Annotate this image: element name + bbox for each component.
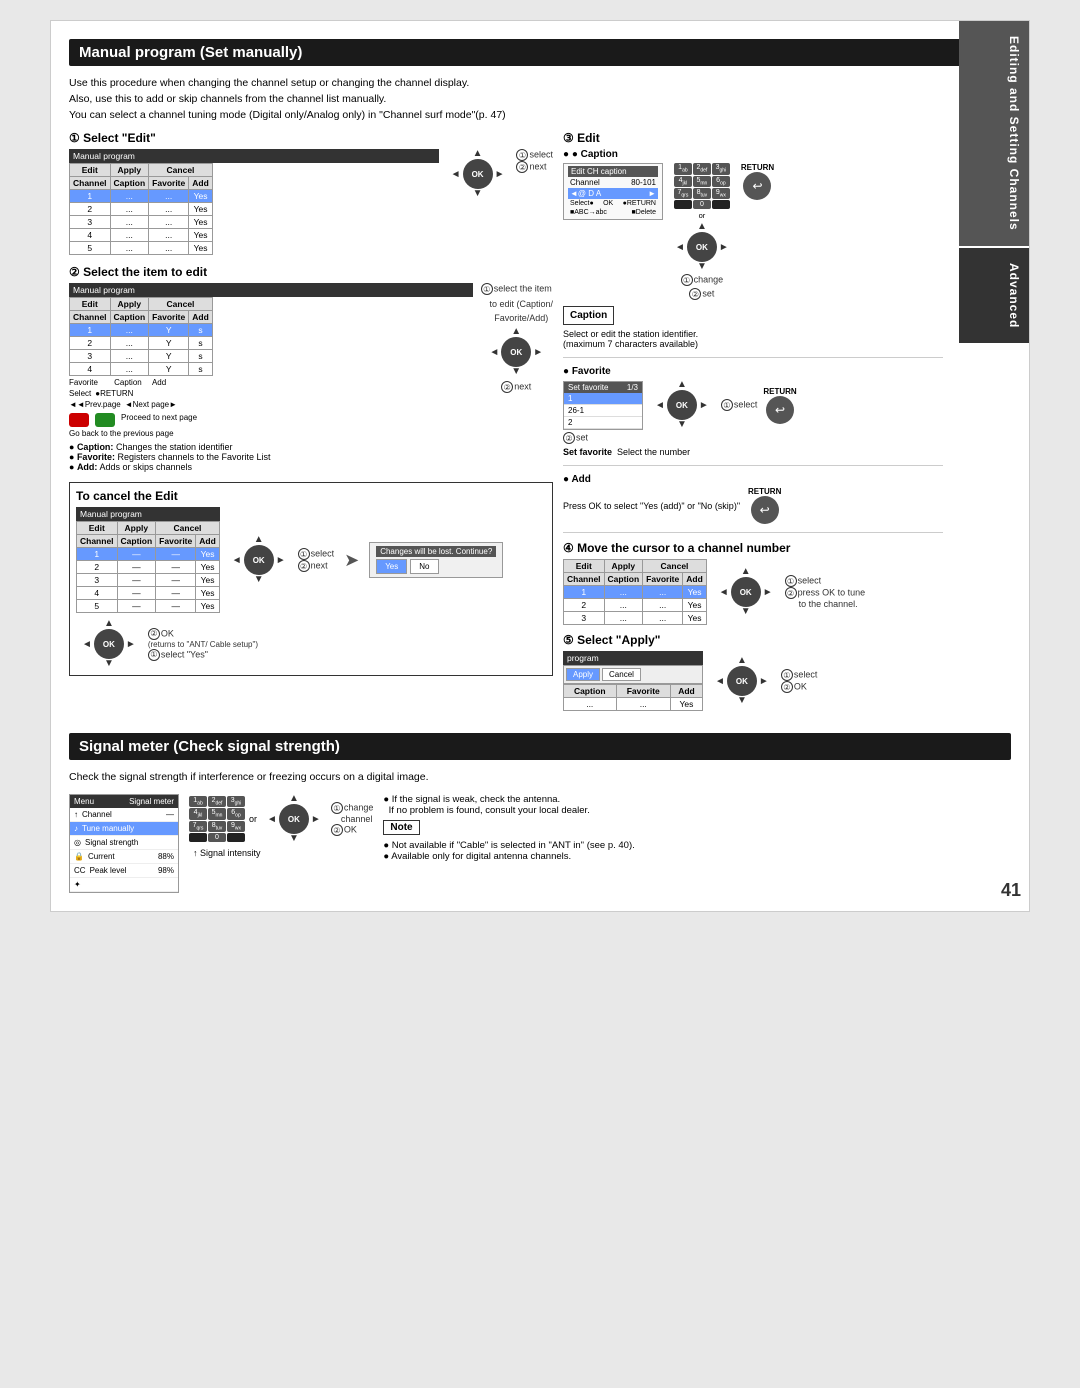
left-column: ① Select "Edit" Manual program Edit A [69,131,553,719]
step2-ok-btn: OK [501,337,531,367]
caption-box: Caption [563,306,614,325]
edit-ch-caption-screen: Edit CH caption Channel80-101 ◄@ D A► Se… [563,163,663,220]
step2-table-col: Manual program Edit Apply Cancel Cha [69,283,473,438]
step1-table-header: Manual program [69,149,439,163]
step4-section: ④ Move the cursor to a channel number Ed… [563,541,943,625]
section1-header: Manual program (Set manually) [69,39,1011,66]
return-icon-caption: ↩ [743,172,771,200]
step3-section: ③ Edit ● Caption Edit CH caption Channel… [563,131,943,524]
return-icon-add: ↩ [751,496,779,524]
step4-ok-btn: OK [731,577,761,607]
step5-diagram: program Apply Cancel CaptionFavoriteAdd … [563,651,943,711]
page-container: Manual program (Set manually) Use this p… [50,20,1030,912]
numpad: 1ab 2def 3ghi 4jkl 5mn 6op 7qrs 8tuv 9wx [674,163,730,209]
step1-table: Edit Apply Cancel Channel Caption Favori… [69,163,213,255]
add-label: ● Add [563,474,943,485]
step1-nav: ▲ ◄ OK ► ▼ [445,149,511,199]
caption-ok-btn: OK [687,232,717,262]
caption-diagram: Edit CH caption Channel80-101 ◄@ D A► Se… [563,163,943,300]
right-column: ③ Edit ● Caption Edit CH caption Channel… [563,131,943,719]
caption-nav: ▲ ◄ OK ► ▼ [675,222,729,272]
dialog-yes-btn[interactable]: Yes [376,559,407,574]
caption-label: ● Caption [563,149,943,160]
section1-title: Manual program (Set manually) [79,44,302,61]
step2-bullets: ● Caption: Changes the station identifie… [69,442,553,472]
step1-table-col: Manual program Edit Apply Cancel Cha [69,149,439,255]
cancel-table: EditApplyCancel ChannelCaptionFavoriteAd… [76,521,220,613]
cancel-section: To cancel the Edit Manual program EditAp… [69,482,553,676]
step4-table: EditApplyCancel ChannelCaptionFavoriteAd… [563,559,707,625]
note-box: Note [383,820,419,835]
step1-section: ① Select "Edit" Manual program Edit A [69,131,553,255]
step1-layout: Manual program Edit Apply Cancel Cha [69,149,553,255]
green-btn [95,413,115,427]
step4-title: ④ Move the cursor to a channel number [563,541,943,555]
step5-ok-btn: OK [727,666,757,696]
signal-ok-btn: OK [279,804,309,834]
favorite-sub: ● Favorite Set favorite 1/3 1 26-1 2 [563,366,943,457]
step4-nav: ▲ ◄ OK ► ▼ [719,567,773,617]
signal-nav: ▲ ◄ OK ► ▼ [267,794,321,844]
editing-label: Editing and Setting Channels [959,21,1029,246]
step1-title: ① Select "Edit" [69,131,553,145]
step2-table: Edit Apply Cancel Channel Caption Favori… [69,297,213,376]
fav-ok-btn: OK [667,390,697,420]
cancel-diagram: Manual program EditApplyCancel ChannelCa… [76,507,546,669]
cancel-nav2: ▲ ◄ OK ► ▼ [82,619,136,669]
return-icon-fav: ↩ [766,396,794,424]
cancel-table-wrapper: Manual program EditApplyCancel ChannelCa… [76,507,220,613]
main-content: ① Select "Edit" Manual program Edit A [69,131,943,719]
signal-intro: Check the signal strength if interferenc… [69,770,1011,786]
red-btn [69,413,89,427]
section2-header: Signal meter (Check signal strength) [69,733,1011,760]
signal-diagram: Menu Signal meter ↑ Channel — ♪ Tune man… [69,794,943,893]
step1-annotations: ①select ②next [516,149,553,173]
advanced-label: Advanced [959,248,1029,343]
step4-diagram: EditApplyCancel ChannelCaptionFavoriteAd… [563,559,943,625]
cancel-dialog: Changes will be lost. Continue? Yes No [369,542,503,578]
signal-menu: Menu Signal meter ↑ Channel — ♪ Tune man… [69,794,179,893]
step2-section: ② Select the item to edit Manual program… [69,265,553,472]
step5-nav: ▲ ◄ OK ► ▼ [715,656,769,706]
sidebar-right: Editing and Setting Channels Advanced 41 [959,21,1029,911]
cancel-ok-btn: OK [244,545,274,575]
signal-notes: ● If the signal is weak, check the anten… [383,794,943,862]
step2-nav-area: ①select the item to edit (Caption/ Favor… [479,283,553,393]
cancel-ok-btn2: OK [94,629,124,659]
cancel-nav: ▲ ◄ OK ► ▼ [232,535,286,585]
step2-table-header: Manual program [69,283,473,297]
arrow-right: ➤ [344,550,359,571]
step3-title: ③ Edit [563,131,943,145]
caption-sub: ● Caption Edit CH caption Channel80-101 … [563,149,943,349]
step2-nav-control: ▲ ◄ OK ► ▼ [489,327,543,377]
favorite-label: ● Favorite [563,366,943,377]
step5-table: CaptionFavoriteAdd ......Yes [563,684,703,711]
step1-ok-btn: OK [463,159,493,189]
fav-screen: Set favorite 1/3 1 26-1 2 [563,381,643,430]
step2-layout: Manual program Edit Apply Cancel Cha [69,283,553,438]
dialog-no-btn[interactable]: No [410,559,438,574]
cancel-title: To cancel the Edit [76,489,546,503]
favorite-diagram: Set favorite 1/3 1 26-1 2 ▲ ◄ OK [563,380,943,430]
signal-section: Signal meter (Check signal strength) Che… [69,733,1011,893]
fav-nav: ▲ ◄ OK ► ▼ [655,380,709,430]
intro-text: Use this procedure when changing the cha… [69,76,1011,123]
step5-title: ⑤ Select "Apply" [563,633,943,647]
step1-nav-control: ▲ ◄ OK ► ▼ [451,149,505,199]
step5-section: ⑤ Select "Apply" program Apply Cancel Ca… [563,633,943,711]
step2-title: ② Select the item to edit [69,265,553,279]
caption-desc: Caption Select or edit the station ident… [563,304,943,349]
add-sub: ● Add Press OK to select "Yes (add)" or … [563,474,943,524]
page-number: 41 [1001,880,1021,901]
signal-numpad: 1ab 2def 3ghi 4jkl 5mn 6op 7qrs 8tuv 9wx… [189,796,245,842]
section2-title: Signal meter (Check signal strength) [79,738,340,755]
